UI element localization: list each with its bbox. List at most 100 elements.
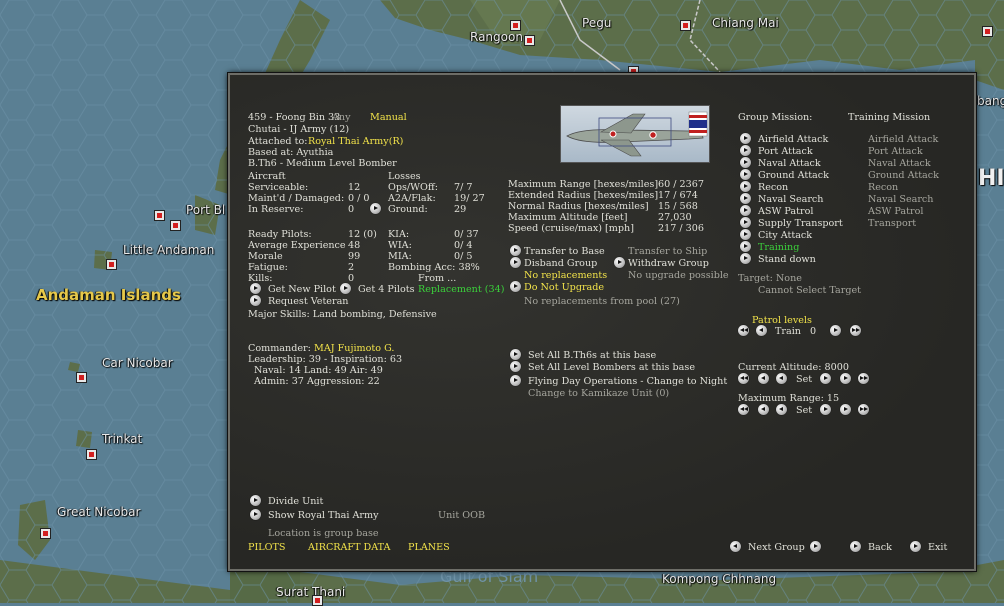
get-new-pilot-arrow-icon[interactable]: [250, 283, 261, 294]
mission-supply-arrow-icon[interactable]: [740, 217, 751, 228]
set-all-bth6-arrow-icon[interactable]: [510, 349, 521, 360]
exit-button[interactable]: Exit: [928, 542, 947, 553]
manual-toggle[interactable]: Manual: [370, 112, 407, 123]
get-4-pilots-button[interactable]: Get 4 Pilots: [358, 284, 415, 295]
request-veteran-button[interactable]: Request Veteran: [268, 296, 348, 307]
mission-alt-ground-attack[interactable]: Ground Attack: [868, 170, 939, 181]
base-marker[interactable]: [524, 35, 535, 46]
set-all-bth6-button[interactable]: Set All B.Th6s at this base: [528, 350, 656, 361]
range-increase-small-icon[interactable]: [820, 404, 831, 415]
alt-increase-icon[interactable]: [840, 373, 851, 384]
set-all-level-arrow-icon[interactable]: [510, 361, 521, 372]
flying-day-button[interactable]: Flying Day Operations - Change to Night: [528, 376, 727, 387]
base-marker[interactable]: [86, 449, 97, 460]
mission-alt-naval-search[interactable]: Naval Search: [868, 194, 933, 205]
exit-arrow-icon[interactable]: [910, 541, 921, 552]
mission-port-arrow-icon[interactable]: [740, 145, 751, 156]
base-marker[interactable]: [76, 372, 87, 383]
range-increase-icon[interactable]: [840, 404, 851, 415]
base-marker[interactable]: [170, 220, 181, 231]
mission-alt-port-attack[interactable]: Port Attack: [868, 146, 923, 157]
alt-set-button[interactable]: Set: [796, 374, 812, 385]
attached-hq-link[interactable]: Royal Thai Army(R): [308, 136, 403, 147]
train-decrease-icon[interactable]: [756, 325, 767, 336]
show-army-arrow-icon[interactable]: [250, 509, 261, 520]
divide-unit-button[interactable]: Divide Unit: [268, 496, 323, 507]
upgrade-arrow-icon[interactable]: [510, 281, 521, 292]
mission-supply-transport[interactable]: Supply Transport: [758, 218, 843, 229]
mission-asw-patrol[interactable]: ASW Patrol: [758, 206, 813, 217]
mission-city-arrow-icon[interactable]: [740, 229, 751, 240]
range-decrease-fast-icon[interactable]: [738, 404, 749, 415]
mission-training[interactable]: Training: [758, 242, 799, 253]
mission-alt-transport[interactable]: Transport: [868, 218, 916, 229]
pilots-link[interactable]: PILOTS: [248, 542, 285, 553]
base-marker[interactable]: [982, 26, 993, 37]
base-marker[interactable]: [680, 20, 691, 31]
set-all-level-button[interactable]: Set All Level Bombers at this base: [528, 362, 695, 373]
alt-decrease-fast-icon[interactable]: [738, 373, 749, 384]
range-decrease-small-icon[interactable]: [776, 404, 787, 415]
transfer-reserve-arrow-icon[interactable]: [370, 203, 381, 214]
get-new-pilot-button[interactable]: Get New Pilot: [268, 284, 336, 295]
mission-recon[interactable]: Recon: [758, 182, 788, 193]
planes-link[interactable]: PLANES: [408, 542, 450, 553]
unit-oob-button[interactable]: Unit OOB: [438, 510, 485, 521]
mission-stand-down-arrow-icon[interactable]: [740, 253, 751, 264]
alt-decrease-icon[interactable]: [758, 373, 769, 384]
mission-alt-recon[interactable]: Recon: [868, 182, 898, 193]
base-marker[interactable]: [510, 20, 521, 31]
base-marker[interactable]: [40, 528, 51, 539]
prev-group-icon[interactable]: [730, 541, 741, 552]
divide-unit-arrow-icon[interactable]: [250, 495, 261, 506]
request-veteran-arrow-icon[interactable]: [250, 295, 261, 306]
mission-alt-asw-patrol[interactable]: ASW Patrol: [868, 206, 923, 217]
mission-naval-search-arrow-icon[interactable]: [740, 193, 751, 204]
mission-asw-arrow-icon[interactable]: [740, 205, 751, 216]
base-marker[interactable]: [154, 210, 165, 221]
mission-alt-airfield-attack[interactable]: Airfield Attack: [868, 134, 938, 145]
train-increase-icon[interactable]: [830, 325, 841, 336]
mission-naval-attack[interactable]: Naval Attack: [758, 158, 821, 169]
mission-airfield-arrow-icon[interactable]: [740, 133, 751, 144]
mission-naval-arrow-icon[interactable]: [740, 157, 751, 168]
map-label-rangoon: Rangoon: [470, 30, 523, 44]
mission-airfield-attack[interactable]: Airfield Attack: [758, 134, 828, 145]
show-army-button[interactable]: Show Royal Thai Army: [268, 510, 379, 521]
mission-ground-arrow-icon[interactable]: [740, 169, 751, 180]
disband-group-button[interactable]: Disband Group: [524, 258, 597, 269]
alt-increase-fast-icon[interactable]: [858, 373, 869, 384]
replacement-source[interactable]: Replacement (34): [418, 284, 504, 295]
transfer-to-base-button[interactable]: Transfer to Base: [524, 246, 605, 257]
mission-ground-attack[interactable]: Ground Attack: [758, 170, 829, 181]
alt-decrease-small-icon[interactable]: [776, 373, 787, 384]
withdraw-group-button[interactable]: Withdraw Group: [628, 258, 709, 269]
disband-arrow-icon[interactable]: [510, 257, 521, 268]
train-decrease-fast-icon[interactable]: [738, 325, 749, 336]
mission-stand-down[interactable]: Stand down: [758, 254, 816, 265]
base-marker[interactable]: [106, 259, 117, 270]
commander-name[interactable]: MAJ Fujimoto G.: [314, 343, 394, 354]
back-arrow-icon[interactable]: [850, 541, 861, 552]
range-set-button[interactable]: Set: [796, 405, 812, 416]
do-not-upgrade-button[interactable]: Do Not Upgrade: [524, 282, 604, 293]
back-button[interactable]: Back: [868, 542, 892, 553]
morale-value: 99: [348, 251, 361, 262]
transfer-base-arrow-icon[interactable]: [510, 245, 521, 256]
mission-training-arrow-icon[interactable]: [740, 241, 751, 252]
range-decrease-icon[interactable]: [758, 404, 769, 415]
withdraw-arrow-icon[interactable]: [614, 257, 625, 268]
range-increase-fast-icon[interactable]: [858, 404, 869, 415]
base-marker[interactable]: [312, 595, 323, 606]
mission-port-attack[interactable]: Port Attack: [758, 146, 813, 157]
get-4-pilots-arrow-icon[interactable]: [340, 283, 351, 294]
mission-city-attack[interactable]: City Attack: [758, 230, 812, 241]
mission-alt-naval-attack[interactable]: Naval Attack: [868, 158, 931, 169]
mission-recon-arrow-icon[interactable]: [740, 181, 751, 192]
aircraft-data-link[interactable]: AIRCRAFT DATA: [308, 542, 390, 553]
alt-increase-small-icon[interactable]: [820, 373, 831, 384]
train-increase-fast-icon[interactable]: [850, 325, 861, 336]
mission-naval-search[interactable]: Naval Search: [758, 194, 823, 205]
flying-day-arrow-icon[interactable]: [510, 375, 521, 386]
next-group-icon[interactable]: [810, 541, 821, 552]
